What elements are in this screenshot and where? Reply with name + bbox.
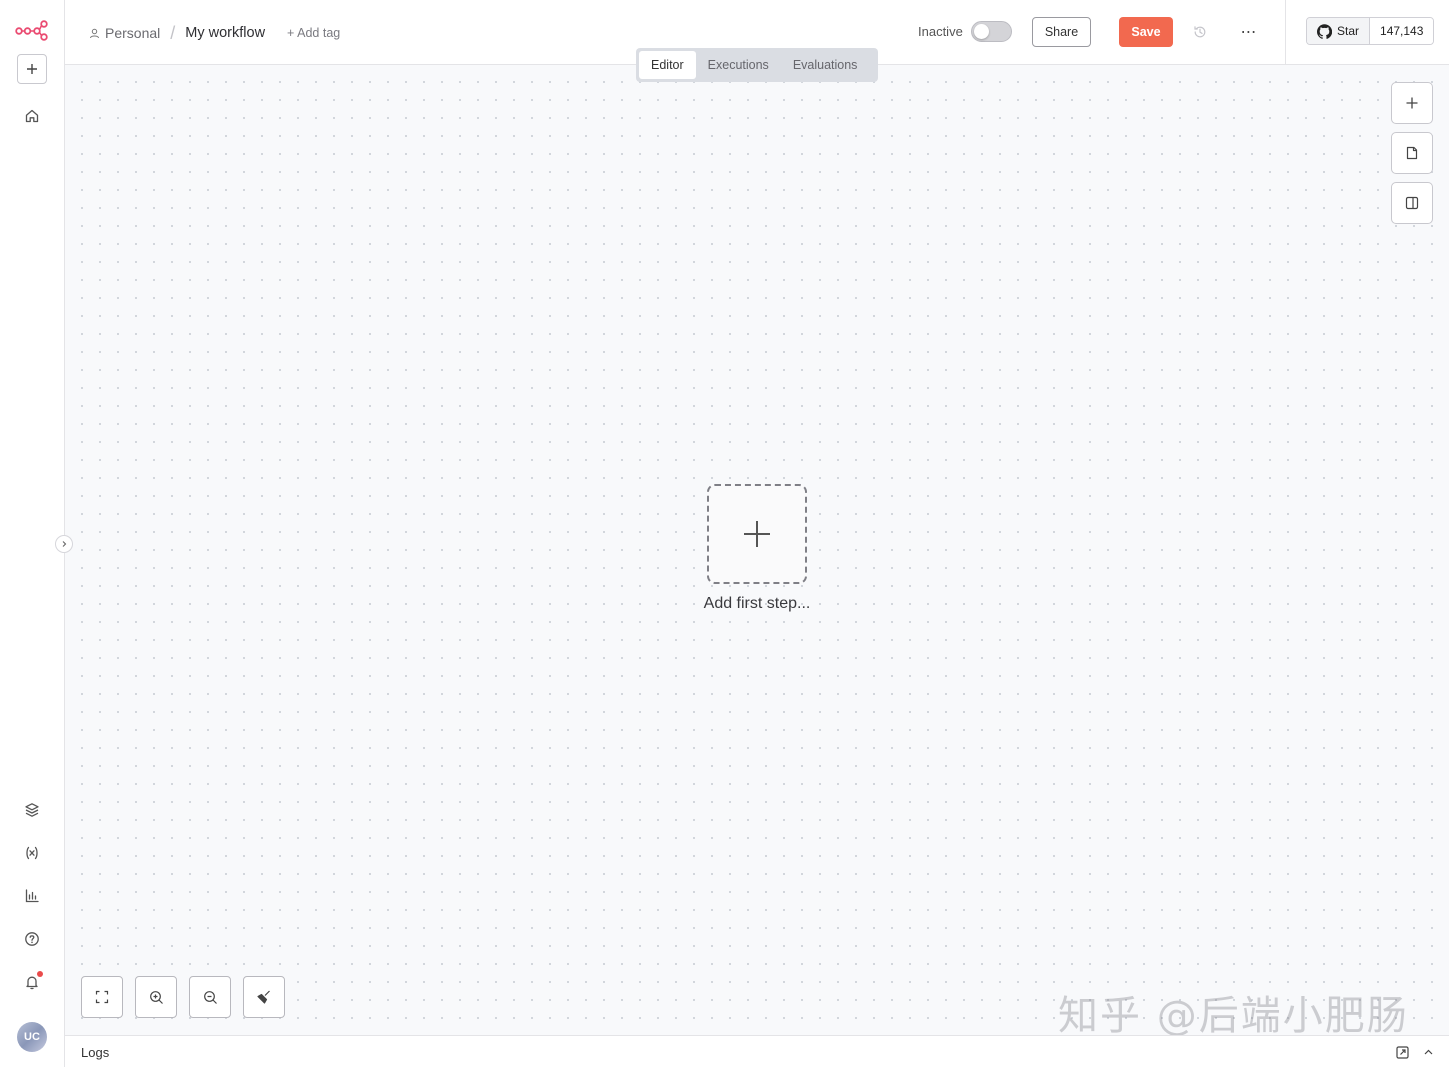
zoom-to-fit-button[interactable]: [81, 976, 123, 1018]
workflow-canvas[interactable]: Add first step... 知乎 @后端小肥肠: [65, 65, 1449, 1039]
broom-icon: [257, 990, 270, 1004]
panel-right-icon: [1405, 196, 1419, 210]
zoom-in-button[interactable]: [135, 976, 177, 1018]
notification-dot: [37, 971, 43, 977]
project-name: Personal: [105, 25, 161, 41]
add-first-step-button[interactable]: [707, 484, 807, 584]
n8n-logo-icon[interactable]: [15, 18, 49, 42]
tab-editor[interactable]: Editor: [639, 51, 696, 79]
logs-panel-bar[interactable]: Logs: [65, 1035, 1449, 1067]
plus-icon: [744, 521, 770, 547]
open-nodes-panel-button[interactable]: [1391, 82, 1433, 124]
add-first-step-label: Add first step...: [703, 595, 811, 612]
github-icon: [1317, 23, 1332, 39]
chevron-up-icon: [1424, 1049, 1432, 1054]
left-sidebar: UC: [0, 0, 65, 1067]
workflow-name[interactable]: My workflow: [185, 25, 265, 41]
logs-expand-button[interactable]: [1420, 1044, 1436, 1060]
breadcrumb: Personal / My workflow + Add tag: [89, 22, 340, 44]
watermark-text: 知乎 @后端小肥肠: [1058, 993, 1409, 1039]
canvas-right-toolbar: [1391, 82, 1433, 232]
tidy-up-button[interactable]: [243, 976, 285, 1018]
templates-icon[interactable]: [20, 798, 44, 822]
create-new-button[interactable]: [17, 54, 47, 84]
breadcrumb-separator: /: [170, 22, 176, 43]
save-button[interactable]: Save: [1119, 17, 1173, 47]
user-avatar[interactable]: UC: [17, 1022, 47, 1052]
chevron-right-icon: [62, 541, 67, 547]
active-toggle[interactable]: [971, 21, 1012, 42]
help-icon[interactable]: [20, 927, 44, 951]
expand-sidebar-button[interactable]: [55, 535, 73, 553]
sticky-note-icon: [1406, 146, 1418, 160]
user-icon: [90, 28, 99, 38]
zoom-out-icon: [203, 990, 217, 1004]
logs-label: Logs: [81, 1045, 110, 1060]
header-divider: [1285, 0, 1286, 65]
more-options-button[interactable]: ⋯: [1237, 20, 1261, 44]
github-star-label: Star: [1337, 24, 1360, 38]
toggle-side-panel-button[interactable]: [1391, 182, 1433, 224]
workflow-status-label: Inactive: [918, 24, 963, 39]
home-icon[interactable]: [20, 104, 44, 128]
github-star-widget[interactable]: Star 147,143: [1306, 17, 1435, 45]
zoom-in-icon: [149, 990, 163, 1004]
fit-view-icon: [95, 990, 109, 1004]
tab-evaluations[interactable]: Evaluations: [781, 51, 870, 79]
view-tabs: Editor Executions Evaluations: [636, 48, 878, 82]
workflow-history-button[interactable]: [1190, 22, 1210, 42]
breadcrumb-project[interactable]: Personal: [89, 25, 160, 41]
zoom-out-button[interactable]: [189, 976, 231, 1018]
toggle-knob: [974, 24, 989, 39]
variables-icon[interactable]: [20, 841, 44, 865]
github-star-count[interactable]: 147,143: [1370, 18, 1434, 44]
share-button[interactable]: Share: [1032, 17, 1091, 47]
popout-icon: [1395, 1045, 1409, 1059]
canvas-zoom-controls: [81, 976, 285, 1018]
insights-chart-icon[interactable]: [20, 884, 44, 908]
history-icon: [1194, 26, 1206, 38]
add-tag-button[interactable]: + Add tag: [287, 26, 340, 40]
github-star-button[interactable]: Star: [1307, 18, 1371, 44]
plus-icon: [1406, 97, 1418, 109]
tab-executions[interactable]: Executions: [696, 51, 781, 79]
notifications-bell-icon[interactable]: [20, 970, 44, 994]
app-window: UC Personal / My workflow + Add tag Inac…: [0, 0, 1449, 1067]
plus-icon: [27, 64, 37, 74]
logs-popout-button[interactable]: [1394, 1044, 1410, 1060]
add-sticky-note-button[interactable]: [1391, 132, 1433, 174]
